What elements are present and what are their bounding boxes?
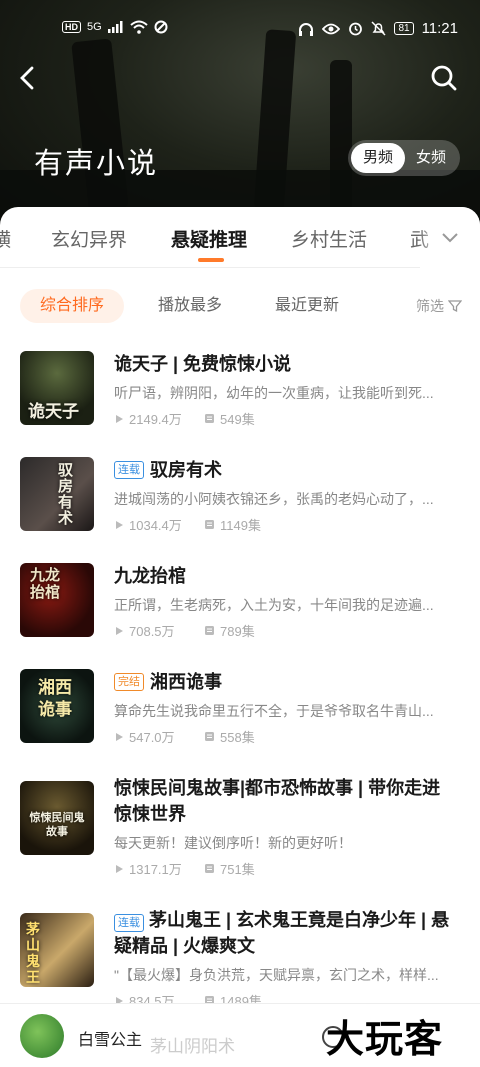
- network-label: 5G: [87, 21, 102, 33]
- tab-female[interactable]: 女频: [404, 143, 458, 173]
- book-desc: 算命先生说我命里五行不全，于是爷爷取名牛青山...: [114, 703, 434, 719]
- cover-text: 诡天子: [28, 402, 79, 421]
- category-tab[interactable]: 横: [0, 225, 11, 252]
- cover-text: 驭房有术: [58, 462, 74, 527]
- watermark: 大玩客: [326, 1019, 444, 1061]
- book-title: 惊悚民间鬼故事|都市恐怖故事 | 带你走进惊悚世界: [114, 775, 456, 827]
- play-count: 547.0万: [129, 730, 175, 745]
- sort-option-selected[interactable]: 综合排序: [20, 289, 124, 323]
- play-count: 1034.4万: [129, 518, 182, 533]
- now-playing-cover[interactable]: [20, 1014, 64, 1058]
- cover-text: 湘西诡事: [38, 678, 72, 719]
- episode-count: 789集: [220, 624, 255, 639]
- serial-badge: 连载: [114, 461, 144, 479]
- book-title: 连载 茅山鬼王 | 玄术鬼王竟是白净少年 | 悬疑精品 | 火爆爽文: [114, 907, 456, 959]
- book-title: 诡天子 | 免费惊悚小说: [114, 351, 456, 377]
- book-title: 九龙抬棺: [114, 563, 456, 589]
- sort-bar: 综合排序 播放最多 最近更新 筛选: [0, 289, 480, 325]
- play-count: 1317.1万: [129, 862, 182, 877]
- sort-option[interactable]: 最近更新: [275, 289, 339, 323]
- book-desc: 听尸语，辨阴阳，幼年的一次重病，让我能听到死...: [114, 385, 434, 401]
- book-title-text: 茅山鬼王 | 玄术鬼王竟是白净少年 | 悬疑精品 | 火爆爽文: [114, 910, 450, 956]
- book-cover: 惊悚民间鬼故事: [20, 781, 94, 855]
- category-tab[interactable]: 玄幻异界: [51, 225, 127, 252]
- clock: 11:21: [421, 20, 458, 37]
- episodes-icon: [205, 732, 214, 741]
- cover-text: 茅山鬼王: [26, 921, 40, 985]
- eye-icon: [322, 23, 341, 34]
- episode-count: 549集: [220, 412, 255, 427]
- episodes-icon: [205, 864, 214, 873]
- cover-text: 惊悚民间鬼故事: [29, 812, 85, 838]
- book-title: 连载 驭房有术: [114, 457, 456, 483]
- book-cover: 九龙抬棺: [20, 563, 94, 637]
- episodes-icon: [205, 626, 214, 635]
- play-icon: [116, 732, 123, 741]
- book-cover: 驭房有术: [20, 457, 94, 531]
- wifi-icon: [130, 20, 148, 34]
- now-playing-title: 白雪公主: [78, 1032, 143, 1049]
- book-title-text: 驭房有术: [150, 460, 222, 480]
- book-cover: 湘西诡事: [20, 669, 94, 743]
- episodes-icon: [205, 520, 214, 529]
- play-icon: [116, 864, 123, 873]
- category-tab[interactable]: 乡村生活: [291, 225, 367, 252]
- category-tabs: 横 玄幻异界 悬疑推理 乡村生活 武: [0, 207, 480, 267]
- serial-badge: 连载: [114, 914, 144, 932]
- page-title: 有声小说: [34, 148, 159, 180]
- chevron-down-icon[interactable]: [440, 227, 460, 247]
- book-desc: 进城闯荡的小阿姨衣锦还乡，张禹的老妈心动了，...: [114, 491, 434, 507]
- content-sheet: 横 玄幻异界 悬疑推理 乡村生活 武 综合排序 播放最多 最近更新 筛选 诡天子: [0, 207, 480, 1067]
- sort-option[interactable]: 播放最多: [158, 289, 222, 323]
- hd-icon: HD: [62, 21, 81, 33]
- play-icon: [116, 414, 123, 423]
- book-title: 完结 湘西诡事: [114, 669, 456, 695]
- book-desc: 每天更新！建议倒序听！新的更好听！: [114, 835, 352, 851]
- category-tab-selected[interactable]: 悬疑推理: [171, 225, 247, 252]
- battery-icon: 81: [394, 22, 414, 35]
- filter-button[interactable]: 筛选: [416, 296, 462, 316]
- search-icon[interactable]: [430, 64, 458, 92]
- play-count: 708.5万: [129, 624, 175, 639]
- book-title-text: 九龙抬棺: [114, 566, 186, 586]
- book-desc: "【最火爆】身负洪荒，天赋异禀，玄门之术，样样...: [114, 967, 439, 983]
- category-indicator: [198, 258, 224, 262]
- data-saver-icon: [154, 20, 168, 34]
- play-icon: [116, 626, 123, 635]
- episode-count: 1149集: [220, 518, 261, 533]
- book-title-text: 湘西诡事: [150, 672, 222, 692]
- filter-label: 筛选: [416, 298, 444, 314]
- next-item-hint: 茅山阴阳术: [150, 1037, 235, 1056]
- play-count: 2149.4万: [129, 412, 182, 427]
- episode-count: 751集: [220, 862, 255, 877]
- filter-icon: [448, 300, 462, 313]
- divider: [0, 267, 420, 268]
- cover-text: 九龙抬棺: [30, 567, 61, 601]
- alarm-icon: [349, 22, 363, 36]
- signal-icon: [107, 21, 123, 33]
- headphones-icon: [299, 22, 314, 36]
- completed-badge: 完结: [114, 673, 144, 691]
- gender-toggle: 男频 女频: [348, 140, 460, 176]
- back-icon[interactable]: [16, 64, 40, 92]
- book-desc: 正所谓，生老病死，入土为安，十年间我的足迹遍...: [114, 597, 434, 613]
- book-cover: 茅山鬼王: [20, 913, 94, 987]
- mute-icon: [371, 21, 386, 36]
- status-bar: HD 5G 81 11:21: [0, 0, 480, 58]
- book-cover: 诡天子: [20, 351, 94, 425]
- book-title-text: 诡天子 | 免费惊悚小说: [114, 354, 292, 374]
- book-title-text: 惊悚民间鬼故事|都市恐怖故事 | 带你走进惊悚世界: [114, 778, 441, 824]
- play-icon: [116, 520, 123, 529]
- tab-male[interactable]: 男频: [351, 143, 405, 173]
- episodes-icon: [205, 414, 214, 423]
- episode-count: 558集: [220, 730, 255, 745]
